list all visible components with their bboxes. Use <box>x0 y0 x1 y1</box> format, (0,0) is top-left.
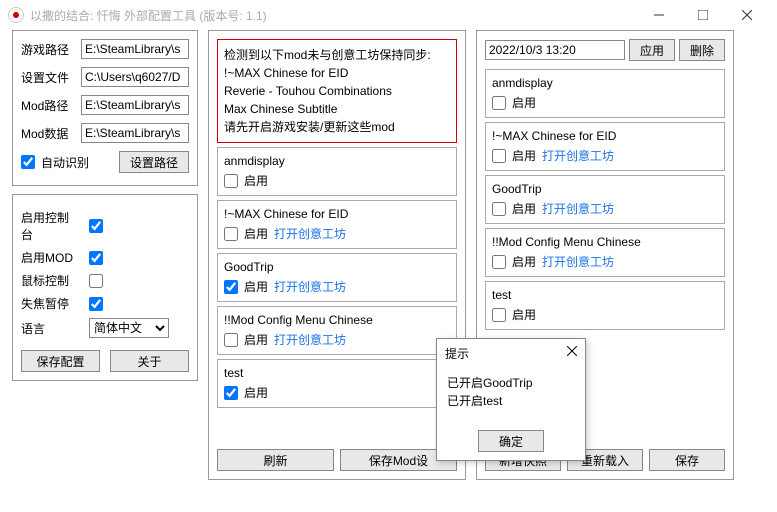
mod-title: !~MAX Chinese for EID <box>492 129 718 143</box>
mod-enable-checkbox[interactable] <box>492 202 506 216</box>
mod-enable-checkbox[interactable] <box>224 174 238 188</box>
paths-panel: 游戏路径 设置文件 Mod路径 Mod数据 自动识别 设置路径 <box>12 30 198 186</box>
save-button[interactable]: 保存 <box>649 449 725 471</box>
snapshot-mod-card: test 启用 <box>485 281 725 330</box>
mod-title: !!Mod Config Menu Chinese <box>224 313 450 327</box>
mod-enable-checkbox[interactable] <box>492 149 506 163</box>
mod-title: !~MAX Chinese for EID <box>224 207 450 221</box>
snapshot-mod-card: !!Mod Config Menu Chinese 启用打开创意工坊 <box>485 228 725 277</box>
dialog-title: 提示 <box>445 345 469 362</box>
mod-enable-checkbox[interactable] <box>492 255 506 269</box>
mod-card: anmdisplay 启用 <box>217 147 457 196</box>
mod-enable-checkbox[interactable] <box>224 227 238 241</box>
dialog-close-icon[interactable] <box>567 345 577 362</box>
snapshot-mod-card: !~MAX Chinese for EID 启用打开创意工坊 <box>485 122 725 171</box>
mod-list-panel: 检测到以下mod未与创意工坊保持同步: !~MAX Chinese for EI… <box>208 30 466 480</box>
enable-console-checkbox[interactable] <box>89 219 103 233</box>
enable-label: 启用 <box>512 147 536 164</box>
alert-line: 检测到以下mod未与创意工坊保持同步: <box>224 46 450 64</box>
enable-label: 启用 <box>512 94 536 111</box>
auto-detect-label: 自动识别 <box>41 154 89 171</box>
settings-file-label: 设置文件 <box>21 69 75 86</box>
mod-title: GoodTrip <box>224 260 450 274</box>
close-button[interactable] <box>725 0 769 30</box>
auto-detect-checkbox[interactable] <box>21 155 35 169</box>
mod-card: GoodTrip 启用打开创意工坊 <box>217 253 457 302</box>
enable-label: 启用 <box>244 225 268 242</box>
workshop-link[interactable]: 打开创意工坊 <box>542 253 614 270</box>
snapshot-mod-card: anmdisplay 启用 <box>485 69 725 118</box>
workshop-link[interactable]: 打开创意工坊 <box>542 147 614 164</box>
maximize-button[interactable] <box>681 0 725 30</box>
snapshot-time-input[interactable] <box>485 40 625 60</box>
minimize-button[interactable] <box>637 0 681 30</box>
mod-title: anmdisplay <box>224 154 450 168</box>
mod-enable-checkbox[interactable] <box>224 280 238 294</box>
mod-card: !~MAX Chinese for EID 启用打开创意工坊 <box>217 200 457 249</box>
set-path-button[interactable]: 设置路径 <box>119 151 189 173</box>
alert-line: !~MAX Chinese for EID <box>224 64 450 82</box>
enable-label: 启用 <box>512 306 536 323</box>
language-label: 语言 <box>21 320 75 337</box>
message-dialog: 提示 已开启GoodTrip 已开启test 确定 <box>436 338 586 461</box>
sync-alert: 检测到以下mod未与创意工坊保持同步: !~MAX Chinese for EI… <box>217 39 457 143</box>
options-panel: 启用控制台 启用MOD 鼠标控制 失焦暂停 语言简体中文 保存配置 关于 <box>12 194 198 381</box>
mod-title: test <box>224 366 450 380</box>
mod-enable-checkbox[interactable] <box>224 386 238 400</box>
game-path-label: 游戏路径 <box>21 41 75 58</box>
enable-label: 启用 <box>244 384 268 401</box>
enable-label: 启用 <box>512 200 536 217</box>
mod-title: GoodTrip <box>492 182 718 196</box>
enable-mod-label: 启用MOD <box>21 249 75 266</box>
enable-label: 启用 <box>244 278 268 295</box>
workshop-link[interactable]: 打开创意工坊 <box>542 200 614 217</box>
refresh-button[interactable]: 刷新 <box>217 449 334 471</box>
mod-title: !!Mod Config Menu Chinese <box>492 235 718 249</box>
enable-mod-checkbox[interactable] <box>89 251 103 265</box>
pause-blur-checkbox[interactable] <box>89 297 103 311</box>
game-path-input[interactable] <box>81 39 189 59</box>
snapshot-mod-card: GoodTrip 启用打开创意工坊 <box>485 175 725 224</box>
mod-title: anmdisplay <box>492 76 718 90</box>
about-button[interactable]: 关于 <box>110 350 189 372</box>
save-config-button[interactable]: 保存配置 <box>21 350 100 372</box>
mod-data-label: Mod数据 <box>21 125 75 142</box>
alert-line: Reverie - Touhou Combinations <box>224 82 450 100</box>
mod-enable-checkbox[interactable] <box>492 96 506 110</box>
settings-file-input[interactable] <box>81 67 189 87</box>
dialog-ok-button[interactable]: 确定 <box>478 430 544 452</box>
alert-line: Max Chinese Subtitle <box>224 100 450 118</box>
enable-label: 启用 <box>512 253 536 270</box>
app-icon <box>8 7 24 23</box>
language-select[interactable]: 简体中文 <box>89 318 169 338</box>
mod-title: test <box>492 288 718 302</box>
mod-path-label: Mod路径 <box>21 97 75 114</box>
mouse-control-label: 鼠标控制 <box>21 272 75 289</box>
enable-console-label: 启用控制台 <box>21 209 75 243</box>
mod-path-input[interactable] <box>81 95 189 115</box>
dialog-line: 已开启test <box>447 392 575 410</box>
workshop-link[interactable]: 打开创意工坊 <box>274 278 346 295</box>
mod-enable-checkbox[interactable] <box>224 333 238 347</box>
apply-button[interactable]: 应用 <box>629 39 675 61</box>
workshop-link[interactable]: 打开创意工坊 <box>274 331 346 348</box>
mod-card: test 启用 <box>217 359 457 408</box>
dialog-line: 已开启GoodTrip <box>447 374 575 392</box>
mouse-control-checkbox[interactable] <box>89 274 103 288</box>
enable-label: 启用 <box>244 172 268 189</box>
mod-card: !!Mod Config Menu Chinese 启用打开创意工坊 <box>217 306 457 355</box>
delete-button[interactable]: 删除 <box>679 39 725 61</box>
enable-label: 启用 <box>244 331 268 348</box>
pause-blur-label: 失焦暂停 <box>21 295 75 312</box>
window-title: 以撒的结合: 忏悔 外部配置工具 (版本号: 1.1) <box>30 7 637 24</box>
workshop-link[interactable]: 打开创意工坊 <box>274 225 346 242</box>
alert-line: 请先开启游戏安装/更新这些mod <box>224 118 450 136</box>
mod-data-input[interactable] <box>81 123 189 143</box>
mod-enable-checkbox[interactable] <box>492 308 506 322</box>
